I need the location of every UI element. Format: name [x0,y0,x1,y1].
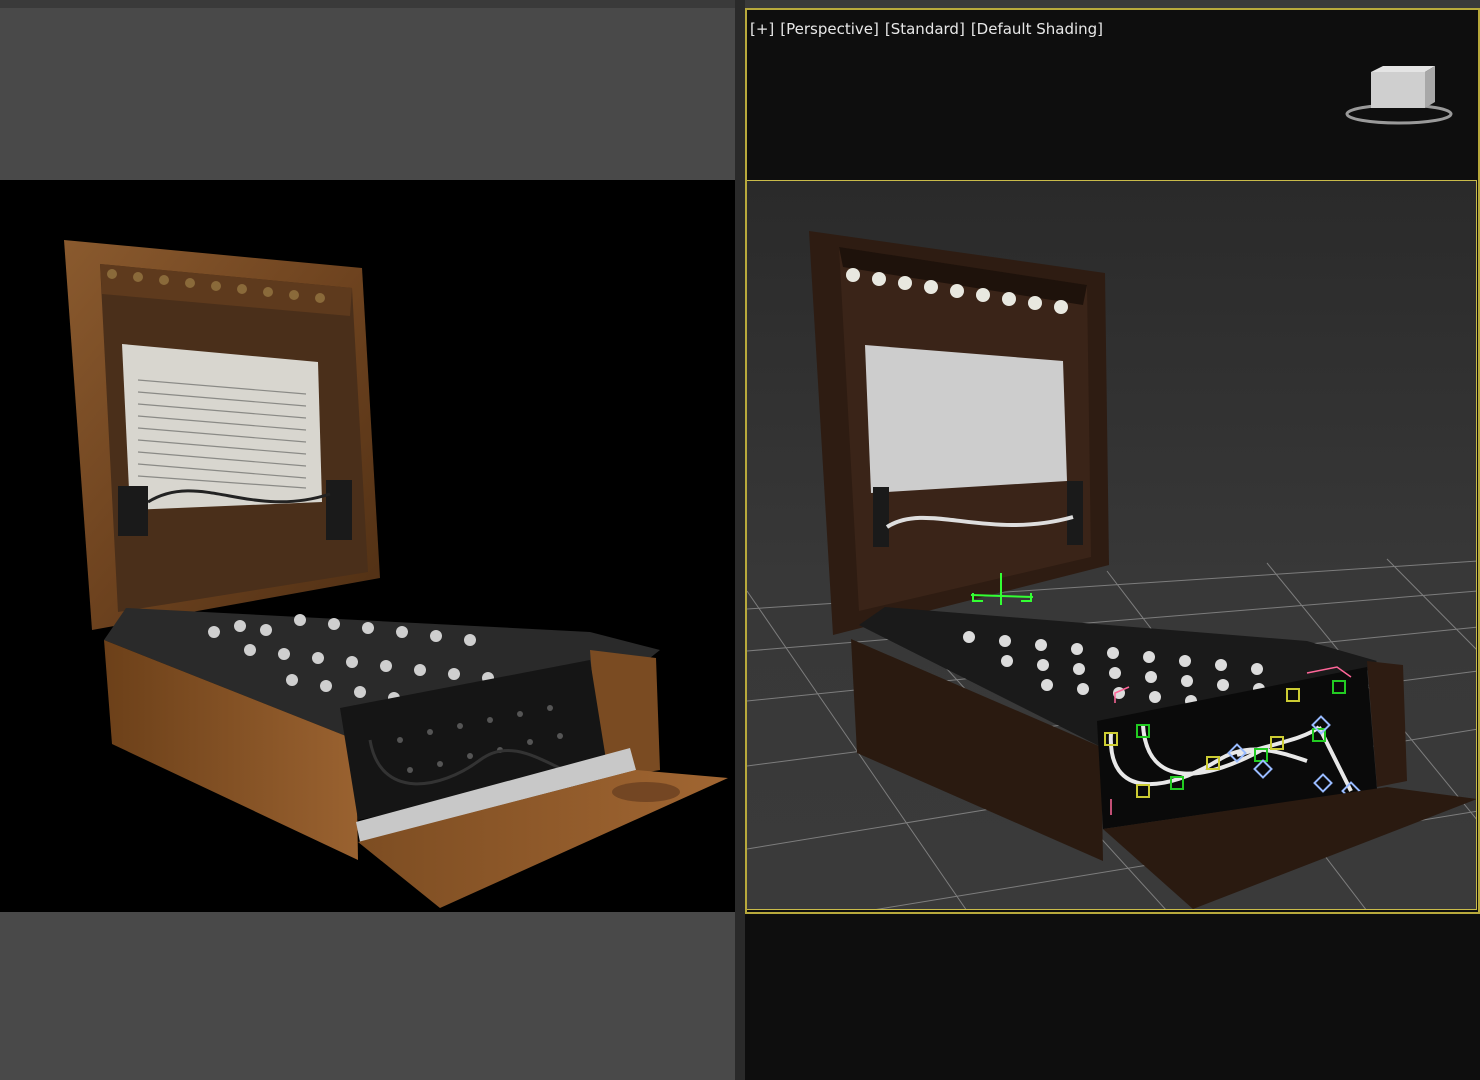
viewport-shading-menu[interactable]: [Default Shading] [971,20,1103,38]
viewport-safe-frame [746,180,1477,910]
pane-divider[interactable] [735,0,745,1080]
rendered-enigma-machine [64,240,728,908]
render-image [0,180,735,912]
viewport-scene[interactable] [747,181,1477,910]
viewcube-icon[interactable] [1343,64,1455,130]
viewport-view-menu[interactable]: [Perspective] [780,20,879,38]
viewport-menu-plus[interactable]: [+] [750,20,774,38]
render-frame-window [0,8,735,1080]
viewport-standard-menu[interactable]: [Standard] [885,20,965,38]
perspective-viewport[interactable]: [+] [Perspective] [Standard] [Default Shadi… [745,8,1480,1080]
viewport-label-menu: [+] [Perspective] [Standard] [Default Shadi… [750,20,1109,38]
